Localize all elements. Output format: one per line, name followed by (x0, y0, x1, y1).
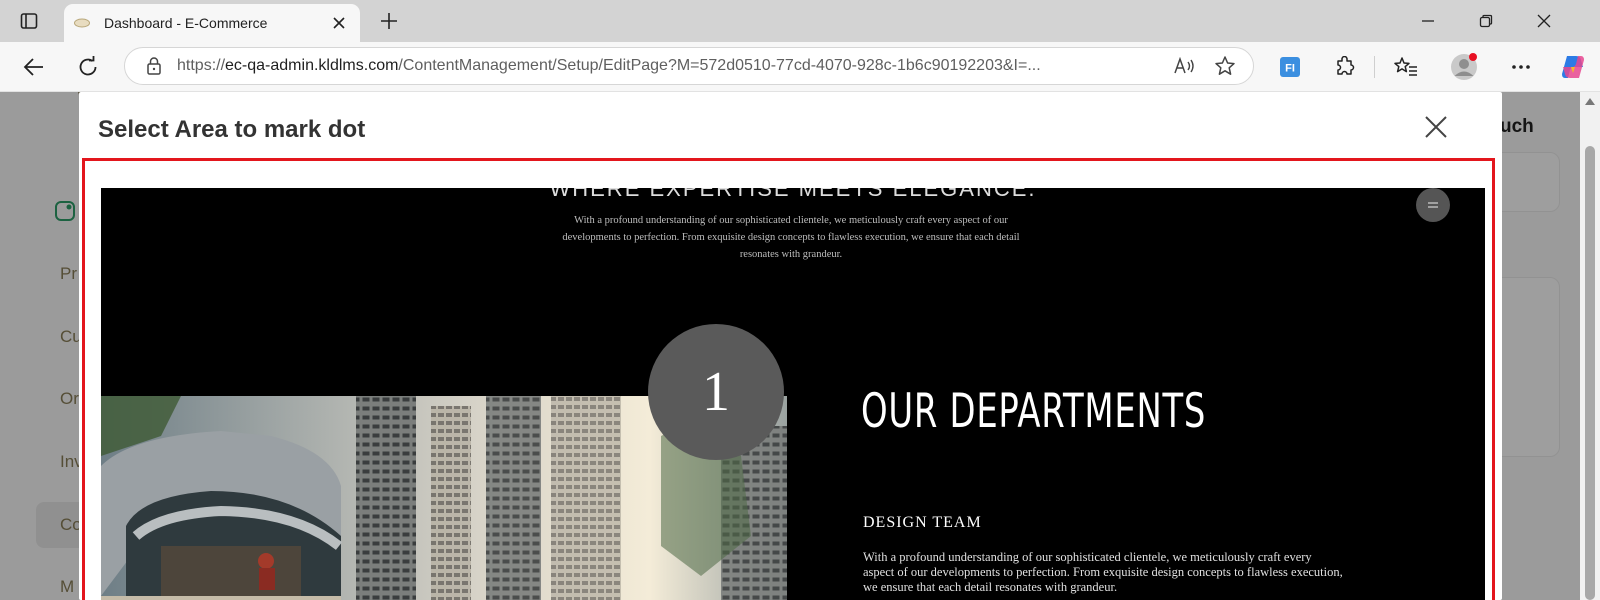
window-close-icon[interactable] (1516, 0, 1572, 42)
hero-paragraph: With a profound understanding of our sop… (562, 215, 1020, 260)
section-title: OUR DEPARTMENTS (861, 384, 1207, 439)
favorite-star-icon[interactable] (1205, 55, 1245, 77)
selection-area[interactable]: WHERE EXPERTISE MEETS ELEGANCE. With a p… (82, 158, 1495, 600)
site-info-icon[interactable] (143, 57, 165, 75)
restore-icon[interactable] (1458, 0, 1514, 42)
modal-title: Select Area to mark dot (98, 116, 366, 143)
menu-icon[interactable] (1416, 188, 1450, 222)
extensions-icon[interactable] (1328, 50, 1362, 84)
minimize-icon[interactable] (1400, 0, 1456, 42)
browser-tab-bar: Dashboard - E-Commerce (0, 0, 1600, 42)
page-scrollbar[interactable] (1580, 92, 1600, 600)
address-bar[interactable]: https://ec-qa-admin.kldlms.com/ContentMa… (124, 47, 1254, 85)
copilot-icon[interactable] (1556, 50, 1590, 84)
svg-text:FI: FI (1285, 63, 1295, 75)
new-tab-icon[interactable] (372, 6, 406, 36)
url-text: https://ec-qa-admin.kldlms.com/ContentMa… (177, 57, 1165, 75)
scroll-up-icon[interactable] (1584, 96, 1596, 106)
tab-title: Dashboard - E-Commerce (104, 15, 268, 31)
hero-heading: WHERE EXPERTISE MEETS ELEGANCE. (549, 188, 1037, 201)
page-preview-canvas[interactable]: WHERE EXPERTISE MEETS ELEGANCE. With a p… (101, 188, 1485, 600)
back-icon[interactable] (17, 50, 51, 84)
url-path: /ContentManagement/Setup/EditPage?M=572d… (398, 57, 1041, 74)
favorites-icon[interactable] (1389, 50, 1423, 84)
url-scheme: https:// (177, 57, 226, 74)
select-area-modal: Select Area to mark dot WHERE EXPERTISE … (79, 92, 1502, 600)
browser-toolbar: https://ec-qa-admin.kldlms.com/ContentMa… (0, 42, 1600, 92)
scrollbar-thumb[interactable] (1585, 146, 1595, 600)
toolbar-divider (1374, 56, 1375, 78)
tab-close-icon[interactable] (328, 12, 350, 34)
read-aloud-icon[interactable] (1165, 57, 1205, 75)
tab-actions-icon[interactable] (12, 6, 46, 36)
more-options-icon[interactable] (1504, 50, 1538, 84)
tab-favicon-icon (74, 15, 90, 31)
active-tab[interactable]: Dashboard - E-Commerce (64, 4, 360, 42)
profile-avatar-icon[interactable] (1447, 50, 1481, 84)
url-host: ec-qa-admin.kldlms.com (225, 57, 399, 74)
extension-fi-icon[interactable]: FI (1273, 50, 1307, 84)
refresh-icon[interactable] (71, 50, 105, 84)
modal-close-icon[interactable] (1419, 110, 1453, 144)
team-title: DESIGN TEAM (863, 514, 982, 531)
team-paragraph: With a profound understanding of our sop… (863, 550, 1343, 594)
marked-dot[interactable]: 1 (648, 324, 784, 460)
